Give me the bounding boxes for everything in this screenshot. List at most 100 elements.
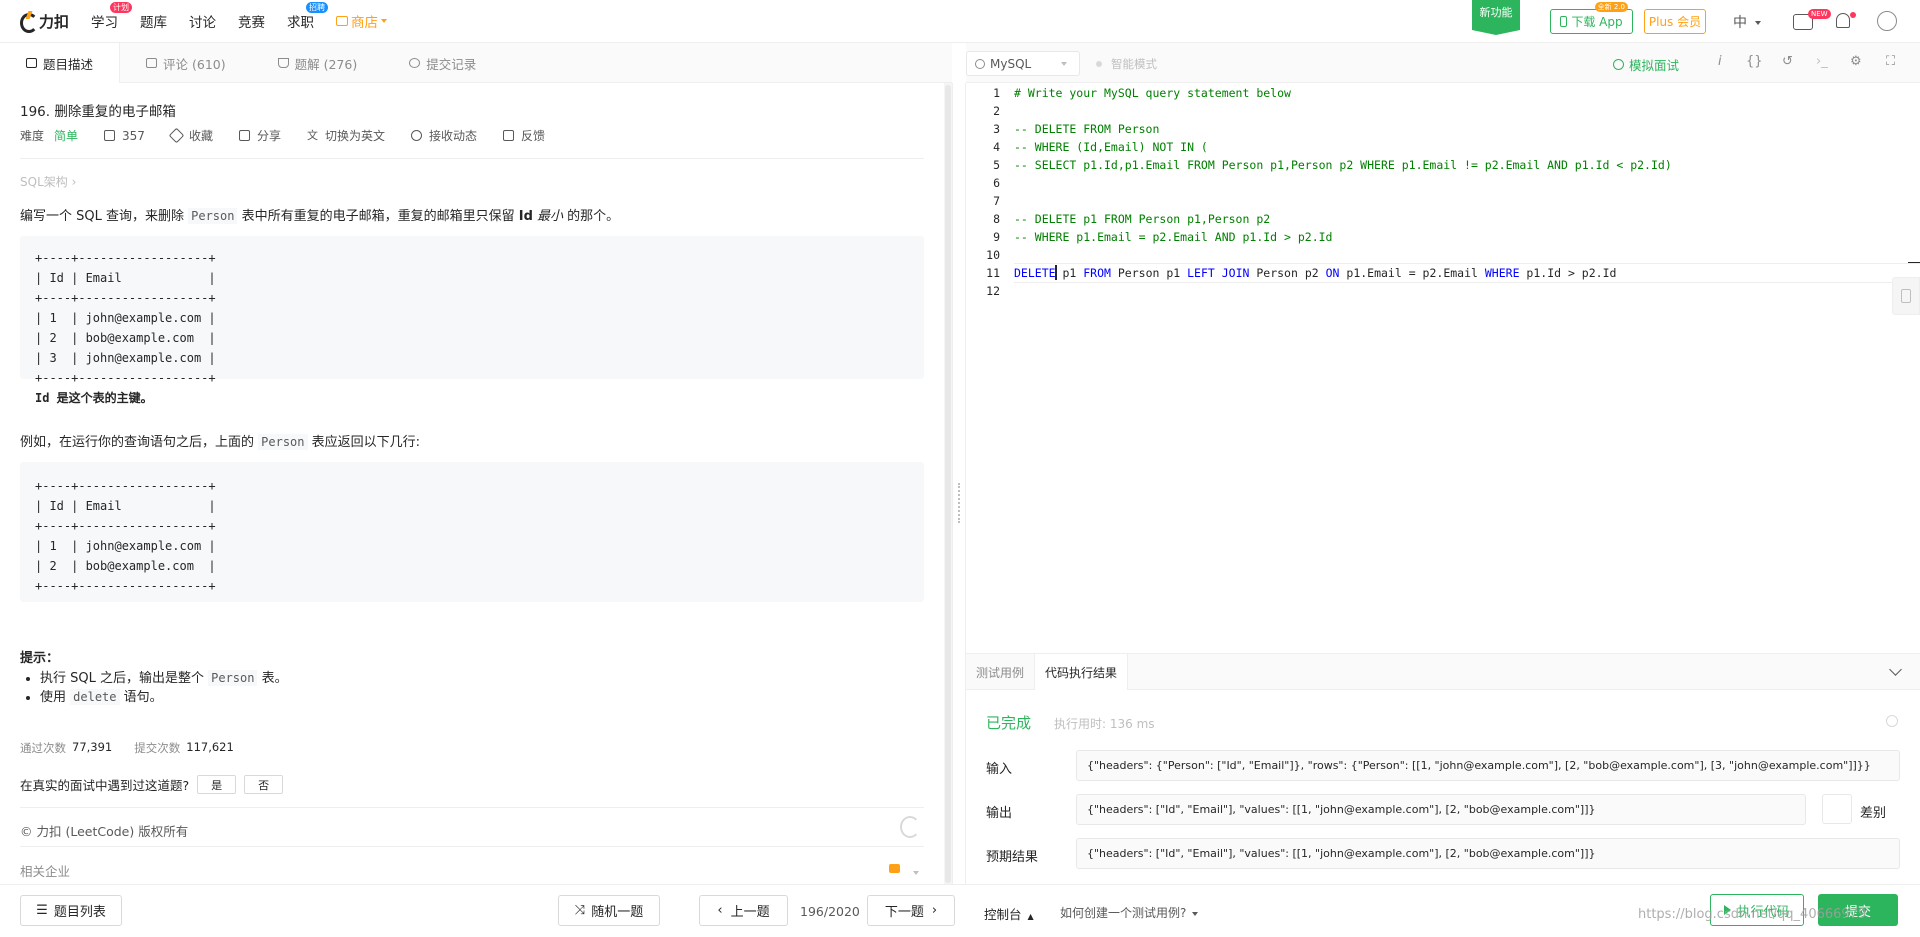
mock-interview-button[interactable]: 模拟面试: [1613, 55, 1679, 74]
code-token: p1.Email = p2.Email: [1339, 266, 1485, 280]
language-switch[interactable]: 中: [1733, 12, 1761, 32]
scroll-marker: [1908, 262, 1920, 263]
settings-icon[interactable]: ⚙: [1850, 54, 1862, 69]
related-companies[interactable]: 相关企业: [20, 861, 70, 880]
info-italic-icon[interactable]: i: [1718, 54, 1722, 69]
results-panel: 测试用例 代码执行结果 已完成 执行用时: 136 ms 输入 {"header…: [966, 653, 1920, 884]
diff-label: 差别: [1860, 806, 1887, 821]
nav-jobs[interactable]: 求职 招聘: [287, 2, 329, 31]
diff-toggle[interactable]: [1822, 794, 1852, 824]
code-token: # Write your MySQL query statement below: [1014, 86, 1291, 100]
code-line[interactable]: 11 DELETE p1 FROM Person p1 LEFT JOIN Per…: [966, 264, 1920, 282]
reset-icon[interactable]: ↺: [1782, 54, 1793, 69]
next-problem-button[interactable]: 下一题 ›: [867, 895, 955, 926]
chevron-down-icon: [381, 19, 388, 23]
code-line[interactable]: 10: [966, 246, 1920, 264]
feedback-button[interactable]: 反馈: [503, 127, 545, 144]
yes-button[interactable]: 是: [197, 775, 237, 794]
chevron-right-icon: ›: [931, 903, 938, 918]
line-number: 3: [993, 122, 1000, 136]
code-line[interactable]: 8 -- DELETE p1 FROM Person p1,Person p2: [966, 210, 1920, 228]
chevron-down-icon[interactable]: [1889, 663, 1902, 676]
fullscreen-icon[interactable]: ⛶: [1886, 54, 1895, 69]
line-number: 12: [986, 284, 1000, 298]
code-line[interactable]: 2: [966, 102, 1920, 120]
new-feature-ribbon[interactable]: 新功能: [1472, 0, 1520, 35]
caret-up-icon: ▲: [1027, 912, 1034, 921]
howto-testcase-link[interactable]: 如何创建一个测试用例?: [1060, 904, 1199, 921]
input-table-block: +----+------------------+ | Id | Email |…: [20, 236, 924, 405]
submitted-count: 117,621: [186, 740, 234, 754]
nav-problems[interactable]: 题库: [140, 11, 167, 31]
tab-description[interactable]: 题目描述: [0, 43, 121, 83]
terminal-icon[interactable]: ›_: [1816, 54, 1828, 69]
divider: [20, 846, 924, 847]
console-toggle[interactable]: 控制台 ▲: [984, 904, 1034, 923]
code-editor[interactable]: 1 # Write your MySQL query statement belo…: [966, 83, 1920, 653]
thumbs-up-icon: [104, 130, 116, 141]
code-token: WHERE: [1484, 266, 1520, 280]
switch-english-button[interactable]: 文切换为英文: [307, 127, 385, 144]
left-scrollbar[interactable]: [944, 83, 952, 884]
divider: [20, 158, 924, 159]
text-cursor: [1055, 265, 1057, 280]
sql-schema-link[interactable]: SQL架构 ›: [20, 173, 76, 190]
no-button[interactable]: 否: [244, 775, 284, 794]
side-panel-button[interactable]: [1892, 277, 1920, 315]
download-app-button[interactable]: 下载 App 全新 2.0: [1550, 2, 1633, 34]
code-line[interactable]: 1 # Write your MySQL query statement belo…: [966, 84, 1920, 102]
plus-member-button[interactable]: Plus 会员: [1644, 9, 1706, 34]
code-line[interactable]: 4 -- WHERE (Id,Email) NOT IN (: [966, 138, 1920, 156]
random-problem-button[interactable]: ⤨ 随机一题: [558, 895, 660, 926]
code-line[interactable]: 7: [966, 192, 1920, 210]
description-icon: [26, 58, 37, 68]
favorite-button[interactable]: 收藏: [168, 127, 213, 144]
line-number: 8: [993, 212, 1000, 226]
nav-contest[interactable]: 竞赛: [238, 11, 265, 31]
logo[interactable]: 力扣: [18, 0, 69, 43]
tab-submissions[interactable]: 提交记录: [383, 43, 502, 83]
bell-icon[interactable]: [1836, 13, 1850, 28]
prev-problem-button[interactable]: ‹ 上一题: [699, 895, 788, 926]
code-token: p1.Id > p2.Id: [1519, 266, 1617, 280]
code-text: # Write your MySQL query statement below: [1014, 84, 1291, 102]
code-line[interactable]: 6: [966, 174, 1920, 192]
lock-icon: [889, 864, 900, 873]
subscribe-button[interactable]: 接收动态: [410, 127, 477, 144]
avatar[interactable]: [1877, 11, 1897, 31]
code-text: -- SELECT p1.Id,p1.Email FROM Person p1,…: [1014, 156, 1672, 174]
share-button[interactable]: 分享: [238, 127, 281, 144]
help-icon[interactable]: [1886, 715, 1898, 727]
smart-mode-toggle[interactable]: 智能模式: [1096, 56, 1157, 72]
braces-icon[interactable]: {}: [1746, 54, 1763, 69]
list-icon: ☰: [36, 903, 48, 918]
like-button[interactable]: 357: [104, 129, 145, 143]
nav-discuss[interactable]: 讨论: [189, 11, 216, 31]
chevron-down-icon[interactable]: [910, 865, 919, 880]
problem-title: 196. 删除重复的电子邮箱: [20, 104, 176, 120]
problem-list-button[interactable]: ☰ 题目列表: [20, 895, 122, 926]
code-token: LEFT JOIN: [1187, 266, 1250, 280]
tab-solutions[interactable]: 题解 (276): [252, 43, 384, 83]
language-select[interactable]: MySQL: [966, 51, 1080, 76]
output-value: {"headers": ["Id", "Email"], "values": […: [1076, 794, 1806, 825]
shop-icon: [336, 16, 349, 26]
code-line[interactable]: 12: [966, 282, 1920, 300]
nav-learn[interactable]: 学习 计划: [91, 2, 133, 31]
scrollbar-thumb[interactable]: [945, 85, 951, 883]
tab-comments[interactable]: 评论 (610): [120, 43, 252, 83]
code-line[interactable]: 3 -- DELETE FROM Person: [966, 120, 1920, 138]
tab-run-result[interactable]: 代码执行结果: [1034, 654, 1129, 690]
nav-shop[interactable]: 商店: [336, 11, 388, 31]
code-line[interactable]: 9 -- WHERE p1.Email = p2.Email AND p1.Id …: [966, 228, 1920, 246]
line-number: 4: [993, 140, 1000, 154]
editor-toolbar: MySQL 智能模式 模拟面试 i {} ↺ ›_ ⚙ ⛶: [966, 43, 1920, 83]
chevron-down-icon: [1192, 911, 1199, 916]
chevron-left-icon: ‹: [717, 903, 723, 918]
line-number: 1: [993, 86, 1000, 100]
tab-testcase[interactable]: 测试用例: [966, 654, 1034, 690]
code-line[interactable]: 5 -- SELECT p1.Id,p1.Email FROM Person p1…: [966, 156, 1920, 174]
run-status: 已完成: [986, 714, 1032, 732]
leetcode-watermark-icon: [900, 816, 920, 838]
panel-splitter[interactable]: [952, 83, 966, 884]
